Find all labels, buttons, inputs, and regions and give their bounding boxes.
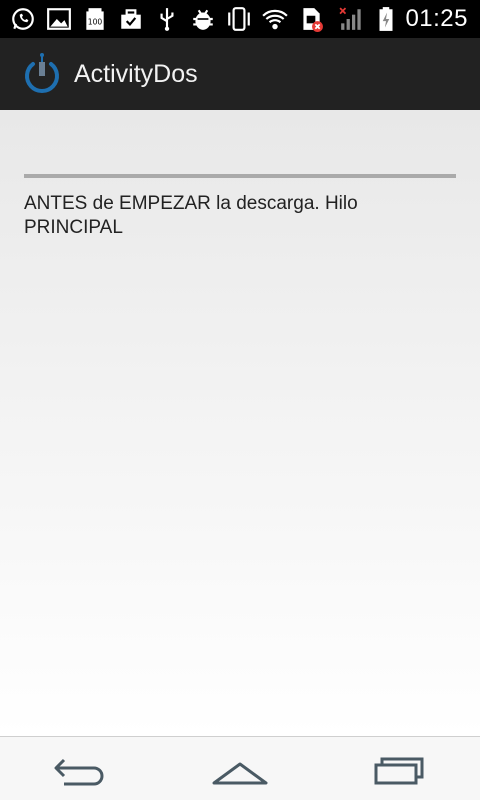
status-message: ANTES de EMPEZAR la descarga. Hilo PRINC… xyxy=(24,193,358,238)
app-title: ActivityDos xyxy=(74,59,198,88)
notification-icons: 100 xyxy=(0,4,337,34)
download-progress-bar xyxy=(24,174,456,178)
battery-charging-icon xyxy=(371,4,401,34)
gallery-icon xyxy=(44,4,74,34)
android-debug-icon xyxy=(188,4,218,34)
whatsapp-icon xyxy=(8,4,38,34)
power-app-icon[interactable] xyxy=(20,52,64,96)
briefcase-icon xyxy=(116,4,146,34)
status-bar: 100 01:25 xyxy=(0,0,480,38)
action-bar: ActivityDos xyxy=(0,38,480,110)
main-content: ANTES de EMPEZAR la descarga. Hilo PRINC… xyxy=(0,110,480,736)
svg-text:100: 100 xyxy=(88,17,103,26)
status-right: 01:25 xyxy=(337,4,480,34)
back-button[interactable] xyxy=(45,744,115,794)
clock: 01:25 xyxy=(405,5,468,32)
back-icon xyxy=(54,758,104,785)
vibrate-icon xyxy=(224,4,254,34)
recent-apps-icon xyxy=(374,757,424,784)
recent-apps-button[interactable] xyxy=(365,744,435,794)
home-icon xyxy=(212,762,268,784)
battery-100-icon: 100 xyxy=(80,4,110,34)
signal-icon xyxy=(337,4,367,34)
usb-icon xyxy=(152,4,182,34)
navigation-bar xyxy=(0,736,480,800)
wifi-icon xyxy=(260,4,290,34)
home-button[interactable] xyxy=(205,744,275,794)
sim-error-icon xyxy=(296,4,326,34)
